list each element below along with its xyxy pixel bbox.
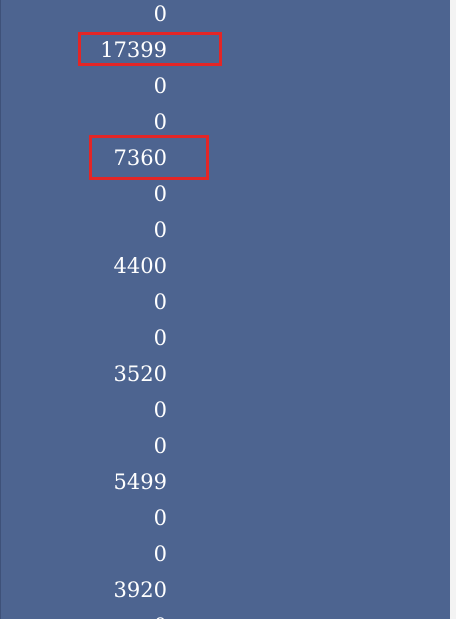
list-item: 3920: [1, 576, 451, 612]
list-item: 3520: [1, 360, 451, 396]
cell-value: 0: [153, 2, 167, 26]
list-item: 7360: [1, 144, 451, 180]
list-item: 0: [1, 432, 451, 468]
list-item: 5499: [1, 468, 451, 504]
list-item: 0: [1, 504, 451, 540]
cell-value: 0: [153, 290, 167, 314]
data-column-panel: 0 17399 0 0 7360 0 0 4400 0 0 3520 0 0 5…: [0, 0, 451, 619]
cell-value: 3520: [113, 362, 167, 386]
cell-value: 0: [153, 506, 167, 530]
list-item: 0: [1, 108, 451, 144]
cell-value: 0: [153, 74, 167, 98]
cell-value: 3920: [113, 578, 167, 602]
list-item: 0: [1, 0, 451, 36]
list-item: 0: [1, 396, 451, 432]
list-item: 4400: [1, 252, 451, 288]
list-item: 17399: [1, 36, 451, 72]
list-item: 0: [1, 324, 451, 360]
highlight-box-7360: [89, 135, 209, 180]
cell-value: 0: [153, 326, 167, 350]
highlight-box-17399: [78, 32, 222, 66]
list-item: 0: [1, 72, 451, 108]
cell-value: 0: [153, 218, 167, 242]
cell-value: 0: [154, 612, 167, 619]
list-item: 0: [1, 180, 451, 216]
list-item: 0: [1, 288, 451, 324]
list-item: 0: [1, 540, 451, 576]
window-edge: [450, 0, 456, 619]
cell-value: 0: [153, 542, 167, 566]
cell-value: 0: [153, 434, 167, 458]
value-list: 0 17399 0 0 7360 0 0 4400 0 0 3520 0 0 5…: [1, 0, 451, 619]
cell-value: 5499: [113, 470, 167, 494]
list-item: 0: [1, 216, 451, 252]
list-item: 0: [1, 612, 451, 619]
cell-value: 4400: [113, 254, 167, 278]
cell-value: 0: [153, 182, 167, 206]
cell-value: 0: [153, 398, 167, 422]
